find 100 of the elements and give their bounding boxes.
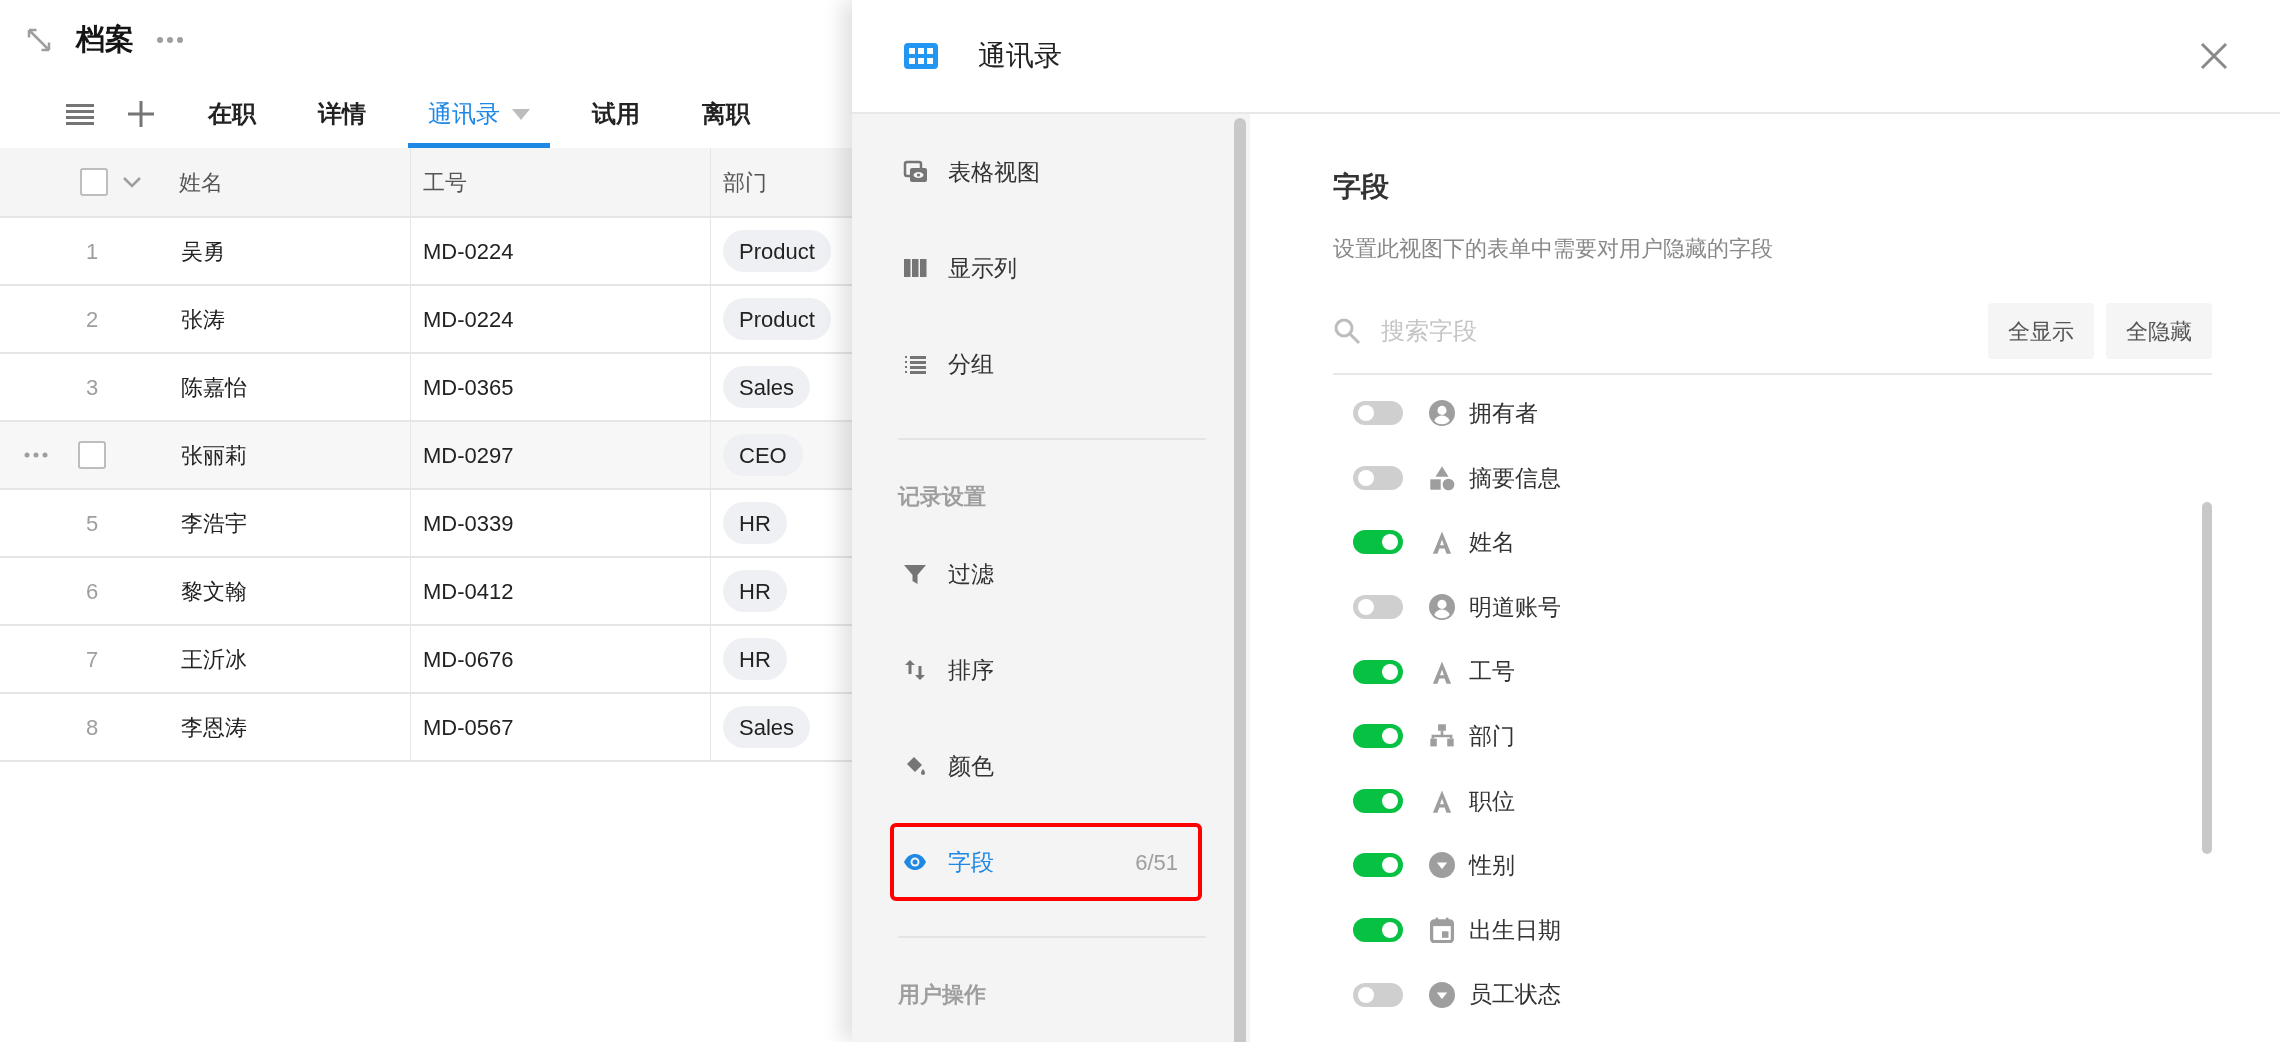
table-cell-text: 王沂冰 bbox=[181, 645, 247, 674]
person-icon bbox=[1429, 594, 1455, 621]
column-header[interactable]: 部门 bbox=[711, 148, 852, 216]
column-header[interactable]: 姓名 bbox=[165, 148, 411, 216]
tab[interactable]: 详情 bbox=[298, 80, 386, 148]
menu-item[interactable]: 显示列 bbox=[890, 229, 1202, 307]
tab[interactable]: 离职 bbox=[682, 80, 770, 148]
table-cell-text: MD-0365 bbox=[423, 373, 514, 402]
table-row[interactable]: 2 张涛 MD-0224 Product bbox=[0, 286, 852, 354]
table-cell-text: MD-0412 bbox=[423, 577, 514, 606]
row-number: 8 bbox=[86, 713, 99, 742]
menu-item[interactable]: 过滤 bbox=[890, 535, 1202, 613]
department-tag: Sales bbox=[723, 706, 811, 748]
table-cell-text: MD-0224 bbox=[423, 237, 514, 266]
row-number: 6 bbox=[86, 577, 99, 606]
table-cell-text: 李浩宇 bbox=[181, 509, 247, 538]
panel-title: 通讯录 bbox=[978, 39, 1062, 73]
field-label: 工号 bbox=[1469, 657, 1515, 687]
table-cell-text: 张丽莉 bbox=[181, 441, 247, 470]
description-text: 设置此视图下的表单中需要对用户隐藏的字段 bbox=[1333, 235, 1774, 263]
section-label: 用户操作 bbox=[898, 980, 987, 1009]
toggle-switch[interactable] bbox=[1353, 530, 1403, 555]
section-label: 记录设置 bbox=[898, 482, 987, 511]
scrollbar[interactable] bbox=[2202, 502, 2212, 854]
table-cell-text: MD-0567 bbox=[423, 713, 514, 742]
menu-item[interactable]: 排序 bbox=[890, 631, 1202, 709]
toggle-all-button[interactable]: 全隐藏 bbox=[2106, 303, 2212, 359]
table-cell-text: 张涛 bbox=[181, 305, 225, 334]
table-row[interactable]: 1 吴勇 MD-0224 Product bbox=[0, 218, 852, 286]
toggle-switch[interactable] bbox=[1353, 465, 1403, 490]
table-row[interactable]: 7 王沂冰 MD-0676 HR bbox=[0, 626, 852, 694]
search-field[interactable]: 搜索字段 bbox=[1381, 313, 1988, 349]
grid-icon bbox=[904, 43, 938, 69]
table-row[interactable]: 8 李恩涛 MD-0567 Sales bbox=[0, 694, 852, 762]
toggle-all-button[interactable]: 全显示 bbox=[1988, 303, 2094, 359]
field-label: 姓名 bbox=[1469, 528, 1515, 558]
field-label: 摘要信息 bbox=[1469, 463, 1561, 493]
count-label: 6/51 bbox=[1135, 848, 1178, 877]
table-cell-text: 黎文翰 bbox=[181, 577, 247, 606]
calendar-icon bbox=[1429, 917, 1455, 944]
table-cell-text: MD-0224 bbox=[423, 305, 514, 334]
tab[interactable]: 在职 bbox=[188, 80, 276, 148]
department-tag: HR bbox=[723, 570, 787, 612]
more-icon[interactable] bbox=[156, 36, 184, 44]
more-icon[interactable] bbox=[24, 452, 48, 458]
field-label: 部门 bbox=[1469, 722, 1515, 751]
row-number: 2 bbox=[86, 305, 99, 334]
table-row[interactable]: 张丽莉 MD-0297 CEO bbox=[0, 422, 852, 490]
person-icon bbox=[1429, 400, 1455, 427]
field-label: 出生日期 bbox=[1469, 915, 1561, 945]
toggle-switch[interactable] bbox=[1353, 982, 1403, 1007]
menu-item[interactable]: 表格视图 bbox=[890, 133, 1202, 211]
table-cell-text: MD-0339 bbox=[423, 509, 514, 538]
table-cell-text: 陈嘉怡 bbox=[181, 373, 247, 402]
field-label: 性别 bbox=[1469, 851, 1515, 881]
window-eye-icon bbox=[902, 160, 928, 184]
field-label: 拥有者 bbox=[1469, 399, 1538, 429]
toggle-switch[interactable] bbox=[1353, 659, 1403, 684]
page-title: 档案 bbox=[76, 22, 134, 58]
checkbox[interactable] bbox=[78, 441, 106, 469]
column-header[interactable]: 工号 bbox=[411, 148, 711, 216]
chevron-down-icon[interactable] bbox=[122, 176, 142, 188]
toggle-switch[interactable] bbox=[1353, 918, 1403, 943]
shapes-icon bbox=[1429, 464, 1455, 491]
department-tag: Product bbox=[723, 230, 831, 272]
caret-icon[interactable] bbox=[512, 108, 530, 120]
filter-icon bbox=[902, 562, 928, 586]
checkbox[interactable] bbox=[80, 168, 108, 196]
table-row[interactable]: 3 陈嘉怡 MD-0365 Sales bbox=[0, 354, 852, 422]
table-cell-text: MD-0676 bbox=[423, 645, 514, 674]
tab[interactable]: 试用 bbox=[572, 80, 660, 148]
close-icon[interactable] bbox=[2200, 42, 2228, 70]
toggle-switch[interactable] bbox=[1353, 788, 1403, 813]
dropdown-icon bbox=[1429, 981, 1455, 1008]
toggle-switch[interactable] bbox=[1353, 853, 1403, 878]
field-label: 职位 bbox=[1469, 786, 1515, 816]
scrollbar[interactable] bbox=[1234, 118, 1246, 1042]
table-cell-text: 李恩涛 bbox=[181, 713, 247, 742]
row-number: 1 bbox=[86, 237, 99, 266]
menu-icon[interactable] bbox=[66, 103, 94, 125]
department-tag: HR bbox=[723, 502, 787, 544]
field-label: 员工状态 bbox=[1469, 980, 1561, 1010]
add-icon[interactable] bbox=[128, 101, 154, 127]
dropdown-icon bbox=[1429, 852, 1455, 879]
table-cell-text: MD-0297 bbox=[423, 441, 514, 470]
table-row[interactable]: 5 李浩宇 MD-0339 HR bbox=[0, 490, 852, 558]
columns-icon bbox=[902, 256, 928, 280]
menu-item[interactable]: 颜色 bbox=[890, 727, 1202, 805]
toggle-switch[interactable] bbox=[1353, 401, 1403, 426]
menu-item[interactable]: 分组 bbox=[890, 325, 1202, 403]
department-tag: CEO bbox=[723, 434, 803, 476]
toggle-switch[interactable] bbox=[1353, 724, 1403, 749]
table-row[interactable]: 6 黎文翰 MD-0412 HR bbox=[0, 558, 852, 626]
row-number: 5 bbox=[86, 509, 99, 538]
field-label: 明道账号 bbox=[1469, 592, 1561, 622]
section-title: 字段 bbox=[1333, 170, 1390, 204]
toggle-switch[interactable] bbox=[1353, 595, 1403, 620]
department-tag: Product bbox=[723, 298, 831, 340]
department-tag: HR bbox=[723, 638, 787, 680]
row-number: 3 bbox=[86, 373, 99, 402]
